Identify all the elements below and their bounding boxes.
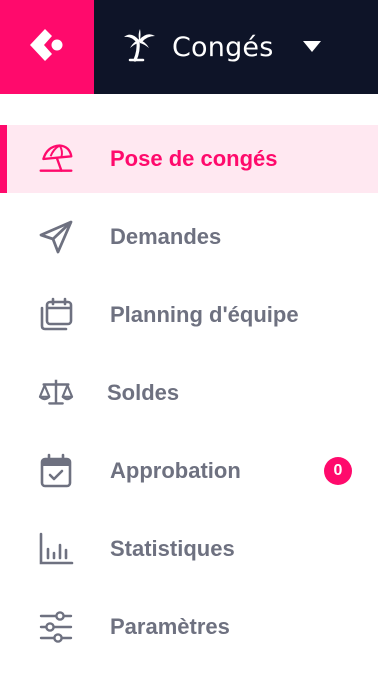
sidebar-item-label: Planning d'équipe: [110, 302, 299, 327]
sidebar-nav: Pose de congés Demandes Planning d'équip…: [0, 125, 378, 671]
sidebar-item-soldes[interactable]: Soldes: [0, 359, 378, 427]
paper-plane-icon: [38, 219, 74, 255]
module-title: Congés: [172, 31, 274, 63]
sidebar-item-planning-equipe[interactable]: Planning d'équipe: [0, 281, 378, 349]
bar-chart-icon: [38, 531, 74, 567]
beach-umbrella-icon: [38, 141, 74, 177]
app-logo-button[interactable]: [0, 0, 94, 94]
sidebar-item-label: Demandes: [110, 224, 222, 249]
calendar-stack-icon: [38, 297, 74, 333]
app-logo-icon: [25, 23, 69, 72]
sidebar-item-label: Statistiques: [110, 536, 235, 561]
sidebar-item-label: Approbation: [110, 458, 241, 483]
scales-icon: [38, 375, 74, 411]
sidebar-item-label: Pose de congés: [110, 146, 278, 171]
approval-count-badge: 0: [324, 457, 352, 485]
sidebar-item-pose-de-conges[interactable]: Pose de congés: [0, 125, 378, 193]
sidebar-item-approbation[interactable]: Approbation 0: [0, 437, 378, 505]
sidebar-item-label: Paramètres: [110, 614, 230, 639]
caret-down-icon[interactable]: [302, 40, 322, 54]
sidebar-item-demandes[interactable]: Demandes: [0, 203, 378, 271]
sliders-icon: [38, 609, 74, 645]
calendar-check-icon: [38, 453, 74, 489]
app-header: Congés: [0, 0, 378, 94]
module-selector[interactable]: Congés: [94, 0, 378, 94]
sidebar-item-parametres[interactable]: Paramètres: [0, 593, 378, 661]
palm-tree-icon: [122, 27, 158, 68]
sidebar-item-statistiques[interactable]: Statistiques: [0, 515, 378, 583]
sidebar-item-label: Soldes: [107, 380, 180, 405]
